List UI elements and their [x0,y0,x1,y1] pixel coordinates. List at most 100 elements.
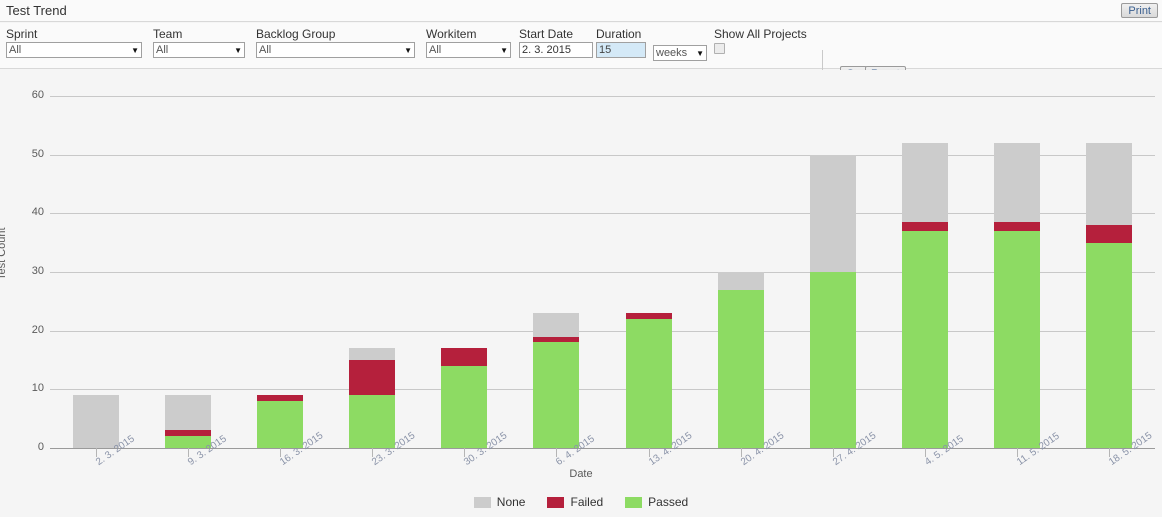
workitem-select[interactable]: All ▼ [426,42,511,58]
duration-unit-filter: weeks ▼ [653,45,707,61]
duration-label: Duration [596,27,642,41]
legend-item[interactable]: Failed [547,495,603,509]
bar-column[interactable] [717,96,764,448]
legend-swatch [547,496,565,508]
bar-segment-none[interactable] [717,272,764,290]
show-all-projects-checkbox[interactable] [714,43,725,54]
bar-segment-passed[interactable] [809,272,856,448]
bar-segment-failed[interactable] [441,348,488,366]
chevron-down-icon: ▼ [500,45,508,55]
print-button[interactable]: Print [1121,3,1158,18]
test-trend-chart: Test Count 0 10 20 30 40 50 60 2. 3. 2015 9. 3. … [0,70,1162,517]
workitem-filter: Workitem All ▼ [426,27,511,58]
legend-item[interactable]: Passed [625,495,688,509]
bar-segment-passed[interactable] [533,342,580,448]
start-date-input[interactable]: 2. 3. 2015 [519,42,593,58]
chevron-down-icon: ▼ [696,48,704,58]
bar-column[interactable] [1085,96,1132,448]
team-value: All [156,44,169,56]
team-select[interactable]: All ▼ [153,42,245,58]
bar-segment-passed[interactable] [257,401,304,448]
y-axis-tick: 10 [31,382,44,395]
bar-segment-failed[interactable] [349,360,396,396]
duration-unit-value: weeks [656,47,688,59]
bar-segment-passed[interactable] [717,289,764,448]
chevron-down-icon: ▼ [131,45,139,55]
backlog-group-value: All [259,44,272,56]
plot-area: 0 10 20 30 40 50 60 2. 3. 2015 9. 3. 2015 16. 3. … [32,89,1155,468]
sprint-value: All [9,44,22,56]
grid-line [50,96,1155,97]
workitem-value: All [429,44,442,56]
bar-column[interactable] [533,96,580,448]
show-all-projects-label: Show All Projects [714,27,807,41]
bar-segment-failed[interactable] [993,222,1040,231]
bar-segment-failed[interactable] [165,430,212,437]
bar-column[interactable] [901,96,948,448]
y-axis-tick: 40 [31,206,44,219]
bar-column[interactable] [257,96,304,448]
bar-segment-passed[interactable] [349,395,396,448]
sprint-filter: Sprint All ▼ [6,27,142,58]
duration-filter: Duration 15 [596,27,646,58]
start-date-filter: Start Date 2. 3. 2015 [519,27,593,58]
bar-column[interactable] [625,96,672,448]
bar-segment-passed[interactable] [625,318,672,448]
grid-line [50,213,1155,215]
bar-segment-none[interactable] [533,313,580,337]
start-date-label: Start Date [519,27,574,41]
bar-column[interactable] [809,96,856,448]
legend-label: Failed [570,495,604,509]
y-axis-tick: 50 [31,147,44,160]
team-label: Team [153,27,183,41]
bar-segment-failed[interactable] [625,313,672,319]
sprint-label: Sprint [6,27,38,41]
bar-column[interactable] [993,96,1040,448]
bar-segment-passed[interactable] [993,230,1040,448]
y-axis-tick: 20 [31,323,44,336]
backlog-group-label: Backlog Group [256,27,336,41]
workitem-label: Workitem [426,27,477,41]
bar-segment-none[interactable] [809,154,856,272]
bar-column[interactable] [73,96,120,448]
chevron-down-icon: ▼ [234,45,242,55]
bar-segment-failed[interactable] [257,395,304,402]
bar-segment-none[interactable] [73,395,120,448]
team-filter: Team All ▼ [153,27,245,58]
bar-segment-passed[interactable] [901,230,948,448]
grid-line [50,272,1155,273]
filter-toolbar: Sprint All ▼ Team All ▼ Backlog Group Al… [0,23,1162,86]
chevron-down-icon: ▼ [404,45,412,55]
bar-segment-passed[interactable] [441,365,488,448]
bar-column[interactable] [349,96,396,448]
y-axis-tick: 30 [31,265,44,277]
sprint-select[interactable]: All ▼ [6,42,142,58]
grid-line [50,330,1155,332]
bar-segment-none[interactable] [993,142,1040,223]
backlog-group-select[interactable]: All ▼ [256,42,415,58]
legend-item[interactable]: None [473,495,526,509]
legend-label: None [496,495,526,509]
backlog-group-filter: Backlog Group All ▼ [256,27,415,58]
show-all-projects-filter: Show All Projects [714,27,807,54]
bar-segment-failed[interactable] [533,336,580,343]
legend-swatch [473,496,491,508]
bar-segment-none[interactable] [1085,142,1132,226]
title-bar: Test Trend Print [0,0,1162,22]
grid-line [50,154,1155,156]
bar-segment-failed[interactable] [901,222,948,231]
bar-column[interactable] [165,96,212,448]
grid-line [50,389,1155,391]
duration-unit-select[interactable]: weeks ▼ [653,45,707,61]
duration-input[interactable]: 15 [596,42,646,58]
bar-column[interactable] [441,96,488,448]
bar-segment-passed[interactable] [1085,242,1132,448]
bar-segment-failed[interactable] [1085,225,1132,243]
y-axis-tick: 60 [31,89,44,101]
x-axis-label: Date [569,468,593,480]
bar-segment-none[interactable] [165,395,212,431]
bar-segment-none[interactable] [901,142,948,223]
legend-swatch [625,496,643,508]
chart-legend: None Failed Passed [0,495,1162,509]
bar-segment-none[interactable] [349,348,396,360]
